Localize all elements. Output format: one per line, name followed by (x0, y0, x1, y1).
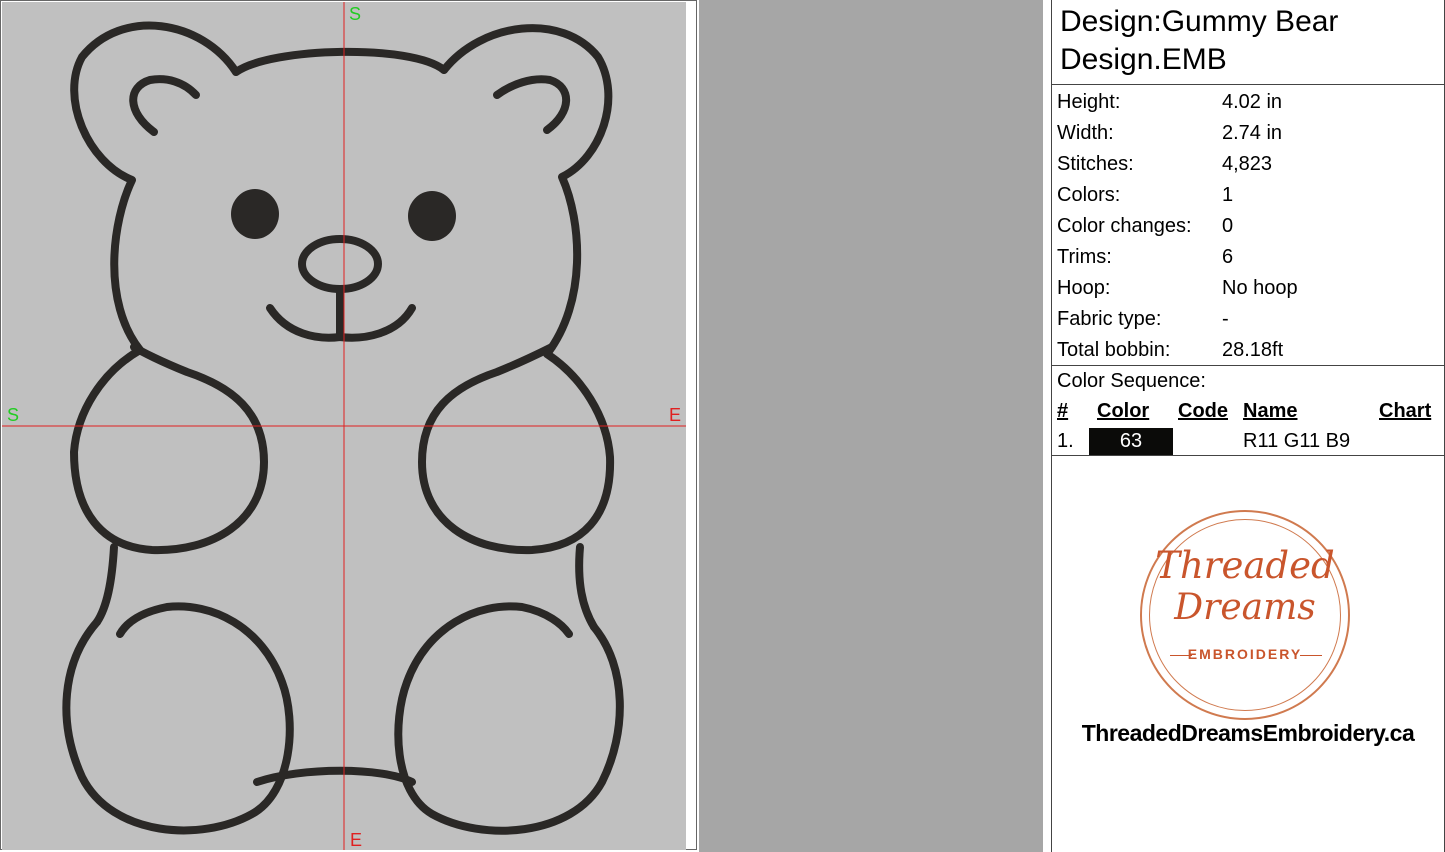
axis-label-top: S (349, 4, 362, 24)
prop-stitches: Stitches: 4,823 (1057, 149, 1444, 180)
color-sequence-header: # Color Code Name Chart (1057, 396, 1444, 426)
design-title-line2: Design.EMB (1060, 43, 1227, 76)
design-canvas[interactable]: S E S E (2, 2, 686, 850)
prop-value: No hoop (1222, 277, 1298, 299)
prop-label: Colors: (1057, 184, 1121, 206)
prop-label: Height: (1057, 91, 1121, 113)
prop-value: 4.02 in (1222, 91, 1283, 113)
prop-value: 1 (1222, 184, 1234, 206)
background-gutter (699, 0, 1043, 852)
prop-label: Fabric type: (1057, 308, 1162, 330)
prop-label: Trims: (1057, 246, 1112, 268)
brand-logo-area: Threaded Dreams EMBROIDERY ThreadedDream… (1052, 456, 1444, 852)
prop-color-changes: Color changes: 0 (1057, 211, 1444, 242)
prop-hoop: Hoop: No hoop (1057, 273, 1444, 304)
color-sequence-row: 1. 63 R11 G11 B9 (1057, 426, 1444, 456)
gummy-bear-embroidery (2, 2, 686, 850)
prop-fabric-type: Fabric type: - (1057, 304, 1444, 335)
design-info-panel: Design:Gummy Bear Design.EMB Height: 4.02… (1051, 0, 1445, 852)
design-title-line1: Design:Gummy Bear (1060, 5, 1339, 38)
prop-value: 28.18ft (1222, 339, 1284, 361)
row-name: R11 G11 B9 (1243, 430, 1351, 452)
prop-value: 2.74 in (1222, 122, 1283, 144)
prop-label: Total bobbin: (1057, 339, 1171, 361)
color-sequence: Color Sequence: # Color Code Name Chart … (1052, 366, 1444, 456)
row-num: 1. (1057, 430, 1074, 452)
prop-label: Stitches: (1057, 153, 1134, 175)
header-name: Name (1243, 400, 1298, 422)
prop-label: Width: (1057, 122, 1114, 144)
prop-label: Hoop: (1057, 277, 1111, 299)
prop-width: Width: 2.74 in (1057, 118, 1444, 149)
prop-value: 0 (1222, 215, 1234, 237)
axis-label-right: E (669, 405, 682, 425)
color-swatch: 63 (1089, 428, 1173, 455)
prop-total-bobbin: Total bobbin: 28.18ft (1057, 335, 1444, 366)
prop-label: Color changes: (1057, 215, 1192, 237)
prop-value: 4,823 (1222, 153, 1273, 175)
logo-text-embroidery: EMBROIDERY (1187, 646, 1303, 662)
header-code: Code (1178, 400, 1228, 422)
prop-colors: Colors: 1 (1057, 180, 1444, 211)
color-sequence-title: Color Sequence: (1057, 370, 1206, 392)
prop-value: - (1222, 308, 1229, 330)
header-color: Color (1097, 400, 1150, 422)
header-chart: Chart (1379, 400, 1432, 422)
axis-label-bottom: E (350, 830, 363, 850)
brand-website: ThreadedDreamsEmbroidery.ca (1081, 720, 1415, 746)
design-title: Design:Gummy Bear Design.EMB (1052, 0, 1444, 85)
prop-trims: Trims: 6 (1057, 242, 1444, 273)
logo-divider-right (1300, 655, 1322, 656)
logo-text-threaded: Threaded (1155, 544, 1335, 587)
header-num: # (1057, 400, 1069, 422)
logo-text-dreams: Dreams (1174, 587, 1316, 628)
prop-value: 6 (1222, 246, 1234, 268)
design-preview-frame: S E S E (0, 0, 697, 850)
design-properties: Height: 4.02 in Width: 2.74 in Stitches: 4,… (1052, 85, 1444, 366)
axis-label-left: S (7, 405, 20, 425)
prop-height: Height: 4.02 in (1057, 87, 1444, 118)
